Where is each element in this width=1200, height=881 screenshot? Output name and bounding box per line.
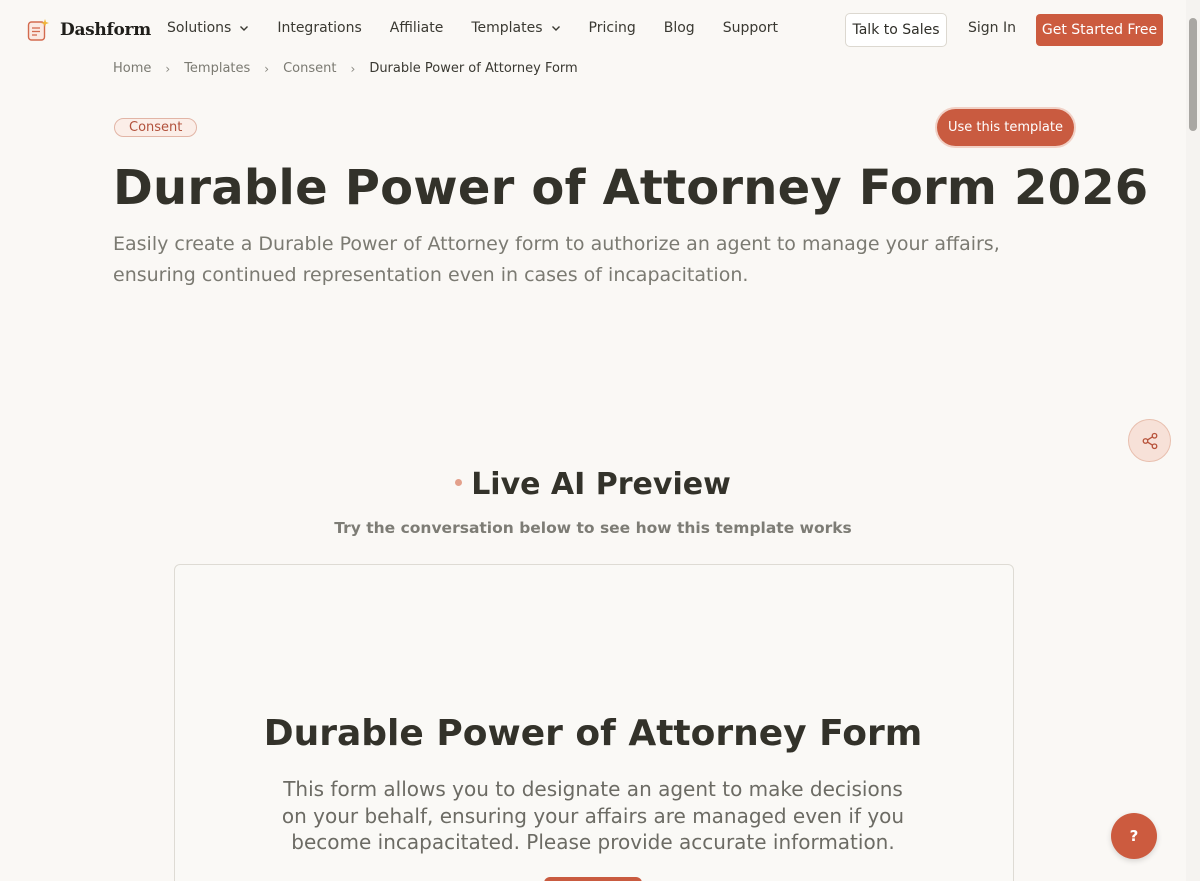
start-form-button[interactable] xyxy=(544,877,642,881)
preview-heading: Live AI Preview xyxy=(0,467,1186,502)
nav-link-affiliate[interactable]: Affiliate xyxy=(390,20,444,36)
chevron-right-icon: › xyxy=(264,61,270,76)
chevron-right-icon: › xyxy=(350,61,356,76)
nav-link-label: Solutions xyxy=(167,20,232,36)
get-started-button[interactable]: Get Started Free xyxy=(1036,14,1163,46)
preview-heading-text: Live AI Preview xyxy=(471,467,731,502)
breadcrumb: Home › Templates › Consent › Durable Pow… xyxy=(113,61,578,76)
chevron-down-icon xyxy=(551,26,560,31)
scrollbar-thumb[interactable] xyxy=(1189,18,1197,131)
breadcrumb-current: Durable Power of Attorney Form xyxy=(369,61,578,76)
chevron-right-icon: › xyxy=(165,61,171,76)
category-tag[interactable]: Consent xyxy=(114,118,198,137)
nav-link-label: Affiliate xyxy=(389,20,444,36)
scrollbar[interactable] xyxy=(1186,0,1200,881)
brand-name: Dashform xyxy=(60,20,151,40)
page-subtitle: Easily create a Durable Power of Attorne… xyxy=(113,233,1000,286)
breadcrumb-templates[interactable]: Templates xyxy=(184,61,250,76)
form-sparkle-icon xyxy=(27,19,49,41)
nav-links: Solutions Integrations Affiliate Templates P… xyxy=(167,20,806,36)
form-description: This form allows you to designate an age… xyxy=(281,777,905,854)
dot-icon xyxy=(455,479,463,486)
page-title: Durable Power of Attorney Form 2026 xyxy=(113,160,1149,216)
nav-link-blog[interactable]: Blog xyxy=(664,20,695,36)
nav-link-label: Templates xyxy=(471,20,543,36)
top-navigation: Dashform Solutions Integrations Affiliate T… xyxy=(0,0,1186,60)
nav-link-label: Integrations xyxy=(277,20,362,36)
share-icon xyxy=(1142,432,1157,449)
share-button[interactable] xyxy=(1128,419,1171,462)
form-title: Durable Power of Attorney Form xyxy=(263,713,923,754)
nav-link-pricing[interactable]: Pricing xyxy=(589,20,636,36)
nav-link-templates[interactable]: Templates xyxy=(471,20,560,36)
nav-link-support[interactable]: Support xyxy=(723,20,778,36)
talk-to-sales-button[interactable]: Talk to Sales xyxy=(845,13,947,47)
brand-logo[interactable]: Dashform xyxy=(26,18,151,42)
breadcrumb-home[interactable]: Home xyxy=(113,61,151,76)
nav-link-label: Blog xyxy=(663,20,695,36)
preview-subheading: Try the conversation below to see how th… xyxy=(334,519,852,537)
nav-link-label: Support xyxy=(722,20,779,36)
breadcrumb-consent[interactable]: Consent xyxy=(283,61,336,76)
use-template-button[interactable]: Use this template xyxy=(937,109,1074,146)
chevron-down-icon xyxy=(240,26,249,31)
nav-link-solutions[interactable]: Solutions xyxy=(167,20,249,36)
sign-in-link[interactable]: Sign In xyxy=(968,20,1016,36)
help-button[interactable]: ? xyxy=(1111,813,1157,859)
nav-link-label: Pricing xyxy=(588,20,636,36)
nav-link-integrations[interactable]: Integrations xyxy=(277,20,361,36)
